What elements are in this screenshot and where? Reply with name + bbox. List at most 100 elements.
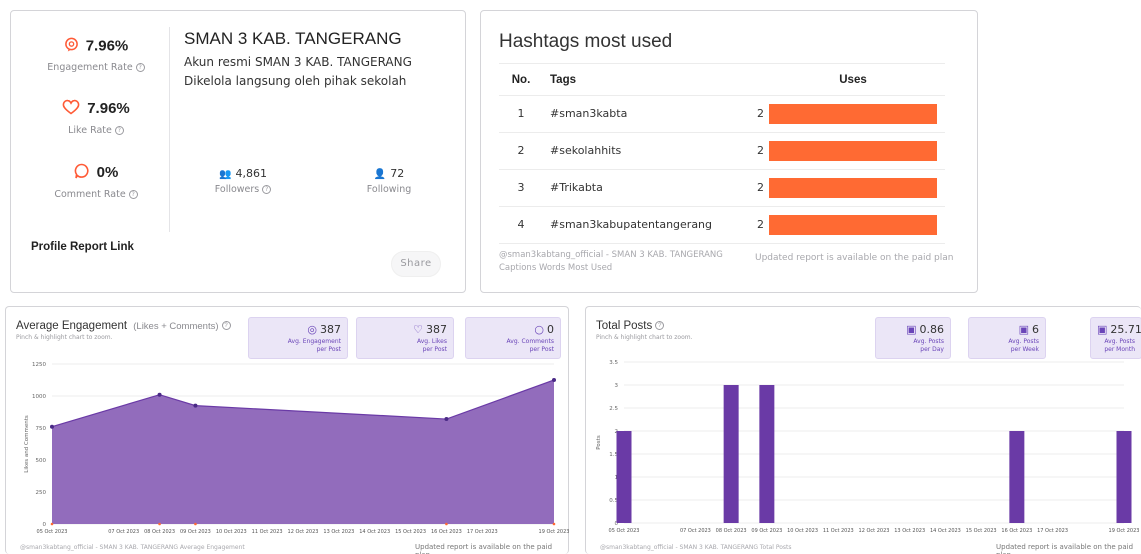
- x-tick-label: 19 Oct 2023: [1109, 528, 1140, 534]
- total-posts-card: Total Posts? Pinch & highlight chart to …: [585, 306, 1141, 554]
- x-tick-label: 12 Oct 2023: [859, 528, 890, 534]
- hashtags-card: Hashtags most used No. Tags Uses 1 #sman3…: [480, 10, 978, 293]
- x-tick-label: 07 Oct 2023: [108, 529, 139, 535]
- x-tick-label: 09 Oct 2023: [180, 529, 211, 535]
- data-point: [50, 424, 54, 429]
- row-number: 1: [517, 107, 525, 120]
- chart-footer-source: @sman3kabtang_official - SMAN 3 KAB. TAN…: [600, 544, 792, 551]
- y-tick-label: 1250: [32, 362, 46, 368]
- following-stat: 👤 72 Following: [329, 167, 449, 195]
- followers-icon: 👥: [219, 169, 232, 180]
- x-tick-label: 17 Oct 2023: [467, 529, 498, 535]
- average-engagement-chart[interactable]: 0 250 500 750 1000 1250 Likes and Comments 05 O…: [6, 307, 570, 537]
- engagement-rate-label: Engagement Rate: [47, 62, 133, 73]
- x-tick-label: 09 Oct 2023: [751, 528, 782, 534]
- bar: [1116, 431, 1132, 523]
- x-tick-label: 11 Oct 2023: [823, 528, 854, 534]
- row-number: 3: [517, 181, 525, 194]
- like-rate-label: Like Rate: [68, 125, 112, 136]
- paid-plan-notice: Updated report is available on the paid …: [755, 253, 954, 263]
- data-point: [157, 392, 162, 397]
- like-rate-metric: 7.96% Like Rate?: [31, 99, 161, 136]
- hashtags-table: No. Tags Uses 1 #sman3kabta 2 2 #sekolahhits…: [499, 63, 945, 244]
- bar: [723, 385, 739, 523]
- data-point: [193, 403, 198, 408]
- x-tick-label: 07 Oct 2023: [680, 528, 711, 534]
- comment-rate-value: 0%: [96, 163, 119, 181]
- y-tick-label: 0: [43, 522, 47, 528]
- comment-rate-metric: 0% Comment Rate?: [31, 163, 161, 200]
- heart-icon: [62, 99, 80, 119]
- x-tick-label: 14 Oct 2023: [930, 528, 961, 534]
- engagement-rate-metric: 7.96% Engagement Rate?: [31, 37, 161, 73]
- y-tick-label: 750: [36, 426, 47, 432]
- column-header-tags: Tags: [550, 74, 576, 86]
- x-tick-label: 08 Oct 2023: [716, 528, 747, 534]
- info-icon[interactable]: ?: [128, 190, 138, 199]
- x-tick-label: 12 Oct 2023: [288, 529, 319, 535]
- x-tick-label: 15 Oct 2023: [966, 528, 997, 534]
- profile-card: 7.96% Engagement Rate? 7.96% Like Rate? …: [10, 10, 466, 293]
- table-row: 1 #sman3kabta 2: [499, 96, 945, 133]
- engagement-rate-value: 7.96%: [85, 37, 129, 55]
- engagement-icon: [64, 37, 79, 56]
- account-name: SMAN 3 KAB. TANGERANG: [184, 29, 402, 48]
- followers-label: Followers: [214, 184, 260, 195]
- hashtag-name: #sman3kabta: [550, 107, 628, 120]
- y-tick-label: 250: [36, 490, 47, 496]
- hashtag-count: 2: [757, 107, 764, 120]
- data-point: [444, 417, 449, 422]
- profile-report-link[interactable]: Profile Report Link: [31, 241, 134, 253]
- y-tick-label: 3: [615, 383, 619, 389]
- x-tick-label: 15 Oct 2023: [395, 529, 426, 535]
- bar: [1009, 431, 1025, 523]
- info-icon[interactable]: ?: [135, 63, 145, 72]
- y-tick-label: 2.5: [609, 406, 618, 412]
- column-header-no: No.: [511, 74, 531, 86]
- uses-bar: [769, 104, 937, 124]
- y-tick-label: 500: [36, 458, 47, 464]
- x-tick-label: 05 Oct 2023: [37, 529, 68, 535]
- row-number: 2: [517, 144, 525, 157]
- followers-value: 4,861: [235, 167, 267, 180]
- bio-line: Akun resmi SMAN 3 KAB. TANGERANG: [184, 55, 412, 69]
- data-point: [552, 378, 556, 382]
- bar: [616, 431, 632, 523]
- share-button[interactable]: Share: [391, 251, 441, 277]
- chart-footer-source: @sman3kabtang_official - SMAN 3 KAB. TAN…: [20, 544, 245, 551]
- hashtag-name: #Trikabta: [550, 181, 603, 194]
- comment-rate-label: Comment Rate: [54, 189, 126, 200]
- x-marker: [50, 522, 54, 526]
- x-tick-label: 19 Oct 2023: [539, 529, 570, 535]
- followers-stat: 👥 4,861 Followers?: [183, 167, 303, 195]
- y-tick-label: 3.5: [609, 360, 618, 366]
- footer-line: Captions Words Most Used: [499, 263, 613, 273]
- bar: [759, 385, 775, 523]
- footer-line: @sman3kabtang_official - SMAN 3 KAB. TAN…: [499, 250, 723, 260]
- x-tick-label: 05 Oct 2023: [609, 528, 640, 534]
- total-posts-chart[interactable]: 00.511.522.533.5Posts05 Oct 2023 07 Oct 2…: [586, 307, 1141, 537]
- x-tick-label: 16 Oct 2023: [431, 529, 462, 535]
- hashtag-count: 2: [757, 144, 764, 157]
- uses-bar: [769, 141, 937, 161]
- following-icon: 👤: [373, 169, 387, 180]
- hashtags-footer-source: @sman3kabtang_official - SMAN 3 KAB. TAN…: [499, 249, 749, 275]
- uses-bar: [769, 215, 937, 235]
- series-area: [52, 380, 554, 524]
- uses-bar: [769, 178, 937, 198]
- x-marker: [158, 522, 161, 526]
- x-tick-label: 13 Oct 2023: [894, 528, 925, 534]
- y-axis-label: Posts: [596, 435, 602, 450]
- x-tick-label: 08 Oct 2023: [144, 529, 175, 535]
- x-tick-label: 11 Oct 2023: [252, 529, 283, 535]
- info-icon[interactable]: ?: [262, 185, 272, 194]
- average-engagement-card: Average Engagement (Likes + Comments)? P…: [5, 306, 569, 554]
- hashtag-count: 2: [757, 218, 764, 231]
- hashtag-name: #sman3kabupatentangerang: [550, 218, 713, 231]
- info-icon[interactable]: ?: [114, 126, 124, 135]
- hashtag-count: 2: [757, 181, 764, 194]
- table-row: 2 #sekolahhits 2: [499, 133, 945, 170]
- x-tick-label: 17 Oct 2023: [1037, 528, 1068, 534]
- following-label: Following: [366, 184, 412, 195]
- table-header: No. Tags Uses: [499, 63, 945, 96]
